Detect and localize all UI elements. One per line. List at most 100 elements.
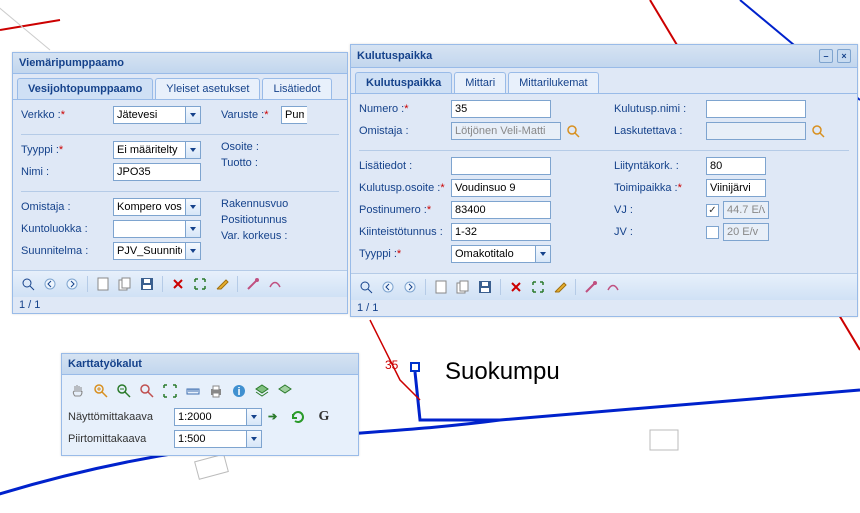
pan-icon[interactable] (68, 381, 88, 401)
input-jv (723, 223, 769, 241)
combo-kuntoluokka[interactable] (113, 220, 201, 238)
tab-mittari[interactable]: Mittari (454, 72, 506, 93)
input-piirto[interactable] (174, 430, 246, 448)
zoom-icon[interactable] (357, 278, 375, 296)
combo-tyyppi-k[interactable] (451, 245, 551, 263)
edit-icon[interactable] (551, 278, 569, 296)
tab-lisatiedot[interactable]: Lisätiedot (262, 78, 331, 99)
input-lisatiedot-k[interactable] (451, 157, 551, 175)
input-kuntoluokka[interactable] (113, 220, 185, 238)
expand-icon[interactable] (191, 275, 209, 293)
combo-suunnitelma[interactable] (113, 242, 201, 260)
label-kulutusp-osoite: Kulutusp.osoite :* (359, 182, 451, 194)
combo-varuste[interactable] (281, 106, 307, 124)
measure-icon[interactable] (183, 381, 203, 401)
delete-icon[interactable] (169, 275, 187, 293)
checkbox-jv[interactable] (706, 226, 719, 239)
tool1-icon[interactable] (582, 278, 600, 296)
minimize-button[interactable]: – (819, 49, 833, 63)
combo-btn-suunnitelma[interactable] (185, 242, 201, 260)
combo-verkko[interactable] (113, 106, 201, 124)
label-suunnitelma: Suunnitelma : (21, 245, 113, 257)
panel-header[interactable]: Viemäripumppaamo (13, 53, 347, 74)
zoom-in-icon[interactable] (91, 381, 111, 401)
print-icon[interactable] (206, 381, 226, 401)
input-tyyppi[interactable] (113, 141, 185, 159)
tool2-icon[interactable] (604, 278, 622, 296)
new-icon[interactable] (432, 278, 450, 296)
input-omistaja[interactable] (113, 198, 185, 216)
label-positiotunnus: Positiotunnus (221, 214, 301, 226)
panel-title: Viemäripumppaamo (19, 57, 124, 69)
panel-header-maptools[interactable]: Karttatyökalut (62, 354, 358, 375)
input-laskutettava (706, 122, 806, 140)
checkbox-vj[interactable]: ✓ (706, 204, 719, 217)
input-numero[interactable] (451, 100, 551, 118)
label-verkko: Verkko :* (21, 109, 113, 121)
combo-piirto[interactable] (174, 430, 262, 448)
new-icon[interactable] (94, 275, 112, 293)
next-icon[interactable] (63, 275, 81, 293)
tool2-icon[interactable] (266, 275, 284, 293)
combo-omistaja[interactable] (113, 198, 201, 216)
delete-icon[interactable] (507, 278, 525, 296)
input-suunnitelma[interactable] (113, 242, 185, 260)
expand-icon[interactable] (529, 278, 547, 296)
refresh-icon[interactable] (288, 407, 308, 427)
prev-icon[interactable] (379, 278, 397, 296)
fullextent-icon[interactable] (160, 381, 180, 401)
input-varuste[interactable] (281, 106, 307, 124)
info-icon[interactable]: i (229, 381, 249, 401)
input-kulutusp-osoite[interactable] (451, 179, 551, 197)
label-jv: JV : (614, 226, 706, 238)
next-icon[interactable] (401, 278, 419, 296)
label-varkorkeus: Var. korkeus : (221, 230, 301, 242)
tab-kulutuspaikka[interactable]: Kulutuspaikka (355, 72, 452, 93)
combo-btn-naytto[interactable] (246, 408, 262, 426)
combo-btn-kuntoluokka[interactable] (185, 220, 201, 238)
map-marker[interactable] (410, 362, 420, 372)
zoom-rect-icon[interactable] (137, 381, 157, 401)
combo-tyyppi[interactable] (113, 141, 201, 159)
input-naytto[interactable] (174, 408, 246, 426)
lookup-omistaja-icon[interactable] (565, 123, 581, 139)
input-liityntakork[interactable] (706, 157, 766, 175)
label-vj: VJ : (614, 204, 706, 216)
layers-icon[interactable] (252, 381, 272, 401)
input-toimipaikka[interactable] (706, 179, 766, 197)
tabs-kulutus: Kulutuspaikka Mittari Mittarilukemat (351, 68, 857, 94)
zoom-out-icon[interactable] (114, 381, 134, 401)
input-kulutusp-nimi[interactable] (706, 100, 806, 118)
edit-icon[interactable] (213, 275, 231, 293)
combo-btn-verkko[interactable] (185, 106, 201, 124)
panel-header-kulutus[interactable]: Kulutuspaikka – × (351, 45, 857, 68)
input-verkko[interactable] (113, 106, 185, 124)
panel-karttatyokalut: Karttatyökalut i Näyttömittakaava ➔ G (61, 353, 359, 456)
input-tyyppi-k[interactable] (451, 245, 535, 263)
panel-viemaripumppaamo: Viemäripumppaamo Vesijohtopumppaamo Ylei… (12, 52, 348, 314)
copy-icon[interactable] (116, 275, 134, 293)
google-icon[interactable]: G (314, 407, 334, 427)
prev-icon[interactable] (41, 275, 59, 293)
zoom-icon[interactable] (19, 275, 37, 293)
layers2-icon[interactable] (275, 381, 295, 401)
combo-btn-tyyppi-k[interactable] (535, 245, 551, 263)
combo-naytto[interactable] (174, 408, 262, 426)
tool1-icon[interactable] (244, 275, 262, 293)
close-button[interactable]: × (837, 49, 851, 63)
tab-yleiset-asetukset[interactable]: Yleiset asetukset (155, 78, 260, 99)
input-kiinteistotunnus[interactable] (451, 223, 551, 241)
apply-scale-icon[interactable]: ➔ (268, 410, 282, 424)
copy-icon[interactable] (454, 278, 472, 296)
input-postinumero[interactable] (451, 201, 551, 219)
combo-btn-piirto[interactable] (246, 430, 262, 448)
tab-mittarilukemat[interactable]: Mittarilukemat (508, 72, 598, 93)
save-icon[interactable] (138, 275, 156, 293)
input-nimi[interactable] (113, 163, 201, 181)
combo-btn-omistaja[interactable] (185, 198, 201, 216)
lookup-laskutettava-icon[interactable] (810, 123, 826, 139)
save-icon[interactable] (476, 278, 494, 296)
tab-vesijohtopumppaamo[interactable]: Vesijohtopumppaamo (17, 78, 153, 99)
form-body-kulutus: Numero :* Omistaja : Kulutusp.nimi : Las… (351, 94, 857, 273)
combo-btn-tyyppi[interactable] (185, 141, 201, 159)
